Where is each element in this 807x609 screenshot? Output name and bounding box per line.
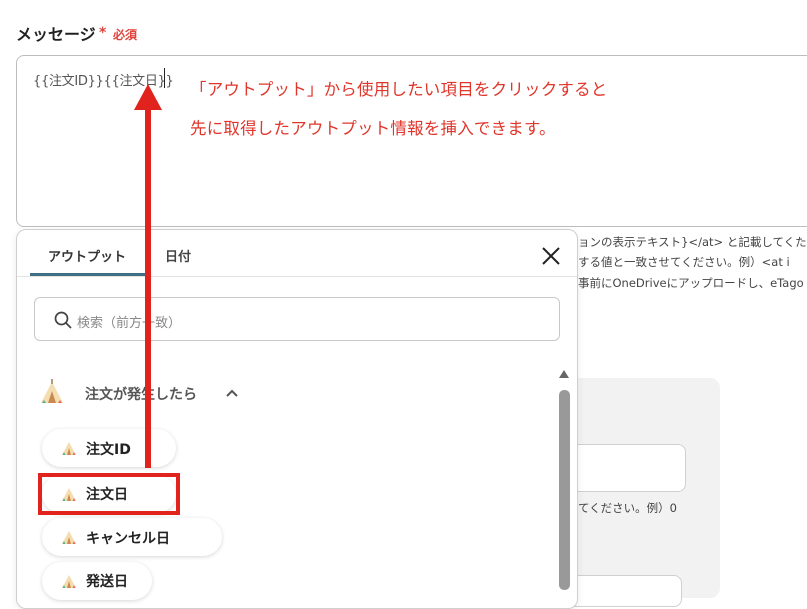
- scroll-up-arrow-icon[interactable]: [558, 369, 570, 379]
- close-icon: [542, 247, 560, 265]
- background-input[interactable]: [560, 444, 686, 492]
- output-item-label: 注文ID: [86, 442, 131, 458]
- highlight-box: [38, 473, 180, 515]
- tab-output[interactable]: アウトプット: [48, 246, 126, 265]
- chevron-up-icon[interactable]: [225, 387, 239, 399]
- annotation-arrow: [134, 84, 162, 468]
- background-input-2[interactable]: [560, 575, 682, 607]
- tab-divider: [17, 276, 577, 277]
- tab-date[interactable]: 日付: [165, 246, 191, 265]
- required-asterisk: *: [99, 25, 107, 41]
- annotation-line-2: 先に取得したアウトプット情報を挿入できます。: [190, 119, 556, 138]
- search-icon: [54, 311, 72, 329]
- output-item-label: キャンセル日: [86, 531, 170, 547]
- output-item-label: 発送日: [86, 574, 128, 590]
- message-field-label: メッセージ: [16, 25, 96, 44]
- scrollbar-thumb[interactable]: [559, 390, 570, 590]
- help-text-4: てください。例）0: [578, 501, 677, 515]
- required-label: 必須: [113, 28, 138, 42]
- annotation-line-1: 「アウトプット」から使用したい項目をクリックすると: [190, 80, 608, 99]
- help-text-3: 事前にOneDriveにアップロードし、eTago: [578, 276, 804, 290]
- tent-icon: [62, 531, 76, 544]
- help-text-2: する値と一致させてください。例）<at i: [578, 255, 790, 269]
- close-button[interactable]: [538, 243, 564, 269]
- tent-icon: [62, 442, 76, 455]
- tent-icon: [41, 379, 63, 403]
- help-text-1: ョンの表示テキスト}</at> と記載してくた: [578, 235, 807, 249]
